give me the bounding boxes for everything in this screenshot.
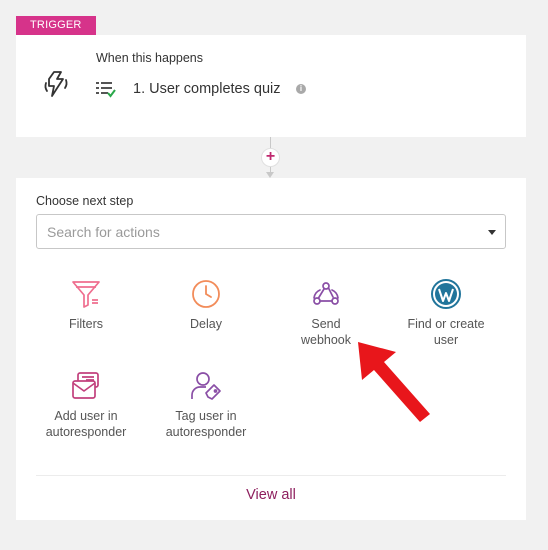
checklist-icon (96, 80, 116, 98)
trigger-card[interactable]: When this happens 1. User completes quiz… (16, 35, 526, 137)
clock-icon (158, 278, 254, 310)
info-icon[interactable]: i (296, 84, 306, 94)
filter-funnel-icon (38, 278, 134, 310)
lightning-bolt-icon (39, 68, 73, 102)
view-all-link[interactable]: View all (16, 487, 526, 503)
search-actions-select[interactable]: Search for actions (36, 214, 506, 249)
wordpress-icon (398, 278, 494, 310)
trigger-badge: TRIGGER (16, 16, 96, 35)
trigger-step-title: 1. User completes quiz (133, 81, 281, 97)
divider (36, 475, 506, 476)
user-tag-icon (158, 370, 254, 402)
caret-down-icon (488, 230, 496, 235)
choose-next-step-label: Choose next step (36, 194, 134, 208)
action-send-webhook[interactable]: Send webhook (278, 278, 374, 348)
action-find-or-create-user[interactable]: Find or create user (398, 278, 494, 348)
action-label-line-1: Add user in (54, 409, 118, 423)
search-placeholder: Search for actions (47, 224, 160, 240)
action-label-line-2: autoresponder (45, 425, 127, 439)
action-label-line-2: autoresponder (165, 425, 247, 439)
action-label-line-1: Send (311, 317, 341, 331)
action-delay[interactable]: Delay (158, 278, 254, 332)
action-label-line-1: Find or create (407, 317, 485, 331)
action-add-user-autoresponder[interactable]: Add user in autoresponder (38, 370, 134, 440)
action-filters[interactable]: Filters (38, 278, 134, 332)
mail-add-icon (38, 370, 134, 402)
annotation-arrow-icon (354, 340, 434, 426)
action-label-line-1: Tag user in (175, 409, 237, 423)
when-label: When this happens (96, 51, 204, 65)
webhook-icon (278, 278, 374, 310)
action-label: Delay (190, 317, 222, 331)
add-step-button[interactable]: + (261, 148, 280, 167)
action-label: Filters (68, 317, 104, 331)
action-tag-user-autoresponder[interactable]: Tag user in autoresponder (158, 370, 254, 440)
actions-card: Choose next step Search for actions Filt… (16, 178, 526, 520)
